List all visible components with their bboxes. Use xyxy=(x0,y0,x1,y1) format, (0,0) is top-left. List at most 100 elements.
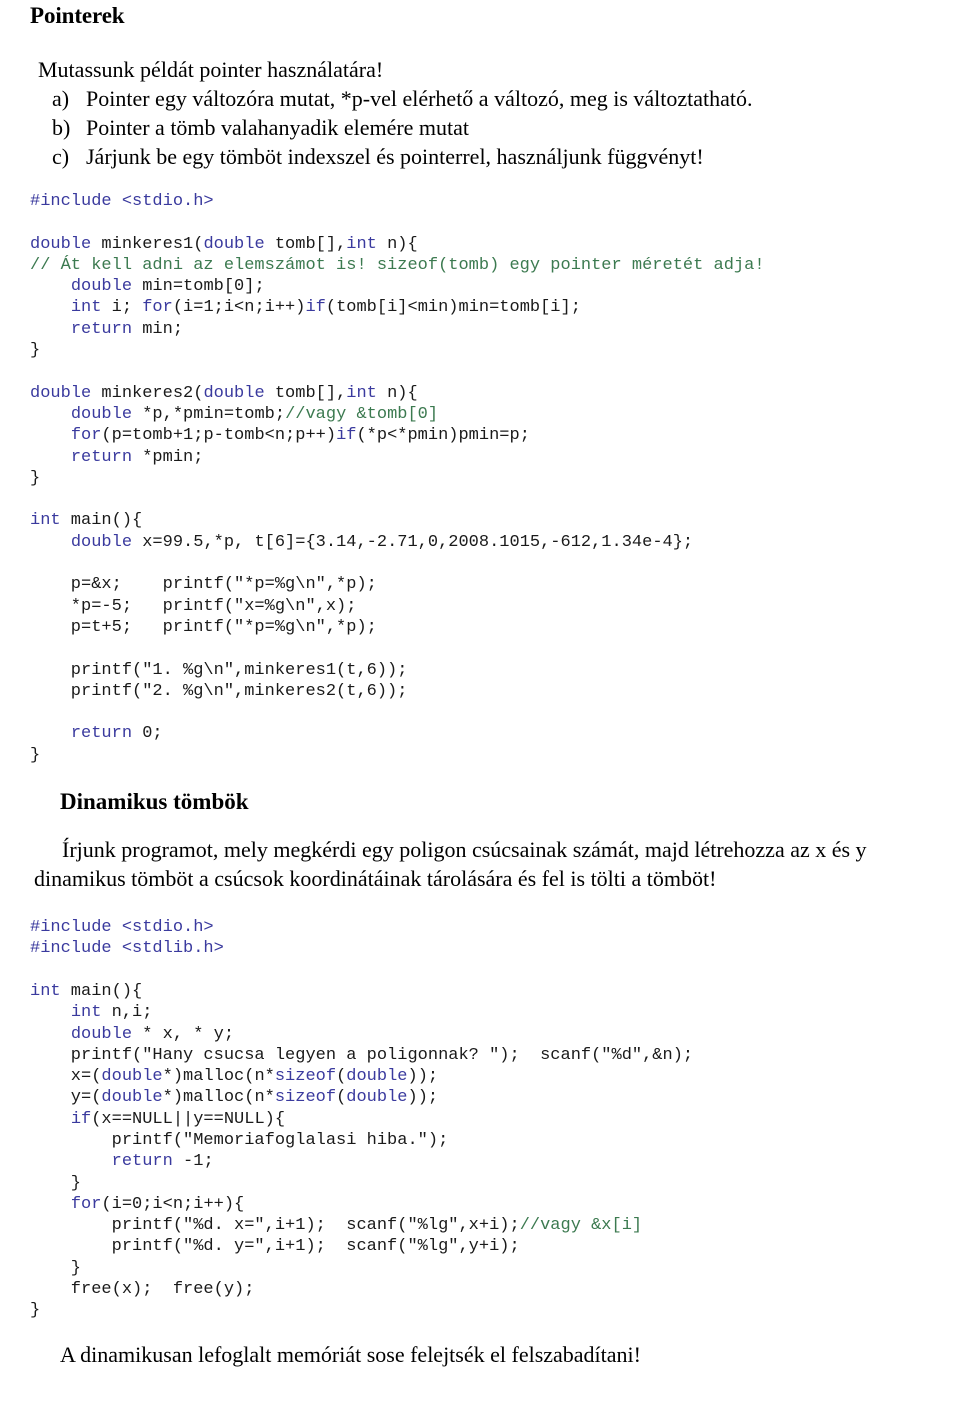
code-token: printf("%d. x=",i+1); scanf("%lg",x+i); xyxy=(30,1216,520,1236)
code-token: double xyxy=(203,383,265,403)
list-item-label: Járjunk be egy tömböt indexszel és point… xyxy=(86,144,704,169)
code-token: if xyxy=(336,426,357,446)
section-paragraph: Írjunk programot, mely megkérdi egy poli… xyxy=(34,837,867,892)
code-token: double xyxy=(101,1088,163,1108)
code-token: } xyxy=(30,1301,41,1321)
code-token: n){ xyxy=(376,383,418,403)
closing-note: A dinamikusan lefoglalt memóriát sose fe… xyxy=(60,1341,641,1367)
code-token: double xyxy=(70,1024,133,1044)
code-token: *p,*pmin=tomb; xyxy=(132,404,286,424)
code-token: //vagy &tomb[0] xyxy=(285,404,439,424)
code-token: n){ xyxy=(376,234,418,254)
code-token: double xyxy=(203,234,265,254)
code-token: )); xyxy=(407,1088,439,1108)
code-token: ( xyxy=(336,1067,347,1087)
list-item: b) Pointer a tömb valahanyadik elemére m… xyxy=(30,113,942,142)
code-token: if xyxy=(305,298,326,318)
code-token: } xyxy=(30,1258,82,1278)
code-token: double xyxy=(30,234,92,254)
code-token: * x, * y; xyxy=(132,1024,235,1044)
code-token: printf("%d. y=",i+1); scanf("%lg",y+i); xyxy=(30,1237,520,1257)
code-token: sizeof xyxy=(274,1088,337,1108)
code-token: x=99.5,*p, t[6]={3.14,-2.71,0,2008.1015,… xyxy=(132,532,694,552)
code-block-dynamic-arrays: #include <stdio.h> #include <stdlib.h> i… xyxy=(30,917,942,1322)
code-token: -1; xyxy=(172,1152,214,1172)
list-item-label: Pointer a tömb valahanyadik elemére muta… xyxy=(86,115,470,140)
code-token: p=t+5; printf("*p=%g\n",*p); xyxy=(30,617,377,637)
task-list: a) Pointer egy változóra mutat, *p-vel e… xyxy=(30,84,942,171)
code-token: printf("2. %g\n",minkeres2(t,6)); xyxy=(30,681,408,701)
code-token: min=tomb[0]; xyxy=(132,277,265,297)
code-token: x=( xyxy=(30,1067,102,1087)
code-token: (p=tomb+1;p-tomb<n;p++) xyxy=(101,426,337,446)
code-token: } xyxy=(30,745,41,765)
code-token: sizeof xyxy=(274,1067,337,1087)
lead-paragraph: Mutassunk példát pointer használatára! xyxy=(38,57,384,82)
code-token: } xyxy=(30,468,41,488)
code-block-pointers: #include <stdio.h> double minkeres1(doub… xyxy=(30,191,942,766)
code-token: int xyxy=(70,298,102,318)
list-item: c) Járjunk be egy tömböt indexszel és po… xyxy=(30,142,942,171)
code-token: p=&x; printf("*p=%g\n",*p); xyxy=(30,575,377,595)
code-token: int xyxy=(70,1003,102,1023)
code-token: minkeres2( xyxy=(91,383,204,403)
code-token: double xyxy=(101,1067,163,1087)
code-token: int xyxy=(346,234,377,254)
code-token: //vagy &x[i] xyxy=(519,1216,643,1236)
code-token: (i=0;i<n;i++){ xyxy=(101,1194,245,1214)
list-item-marker: c) xyxy=(52,144,70,169)
list-item-marker: b) xyxy=(52,115,71,140)
code-token: minkeres1( xyxy=(91,234,204,254)
code-token: main(){ xyxy=(60,981,143,1001)
document-page: Pointerek Mutassunk példát pointer haszn… xyxy=(0,2,960,1417)
code-token: double xyxy=(70,404,133,424)
section-title-dynamic-arrays: Dinamikus tömbök xyxy=(60,789,249,815)
code-token: n,i; xyxy=(101,1003,153,1023)
code-token: )); xyxy=(407,1067,439,1087)
code-token: min; xyxy=(132,319,184,339)
code-token: } xyxy=(30,1173,82,1193)
code-token: printf("Hany csucsa legyen a poligonnak?… xyxy=(30,1045,694,1065)
code-token: (i=1;i<n;i++) xyxy=(172,298,306,318)
code-token: y=( xyxy=(30,1088,102,1108)
code-token: // Át kell adni az elemszámot is! sizeof… xyxy=(30,255,765,275)
code-token: return xyxy=(70,447,133,467)
code-token: if xyxy=(70,1109,92,1129)
code-token: int xyxy=(30,511,61,531)
code-token: } xyxy=(30,341,41,361)
code-token: (x==NULL||y==NULL){ xyxy=(91,1109,286,1129)
code-token: free(x); free(y); xyxy=(30,1280,255,1300)
code-token: *pmin; xyxy=(132,447,204,467)
code-token: main(){ xyxy=(60,511,143,531)
code-token: for xyxy=(142,298,173,318)
code-token: #include <stdio.h> xyxy=(30,192,214,211)
code-token: double xyxy=(70,277,133,297)
code-token: #include <stdio.h> xyxy=(30,918,214,938)
code-token: *)malloc(n* xyxy=(162,1088,275,1108)
code-token: ( xyxy=(336,1088,347,1108)
code-token: *p=-5; printf("x=%g\n",x); xyxy=(30,596,357,616)
code-token: double xyxy=(30,383,92,403)
code-token: printf("1. %g\n",minkeres1(t,6)); xyxy=(30,660,408,680)
code-token: 0; xyxy=(132,724,163,744)
code-token: (*p<*pmin)pmin=p; xyxy=(356,426,530,446)
code-token: int xyxy=(30,981,61,1001)
page-title: Pointerek xyxy=(30,3,125,28)
